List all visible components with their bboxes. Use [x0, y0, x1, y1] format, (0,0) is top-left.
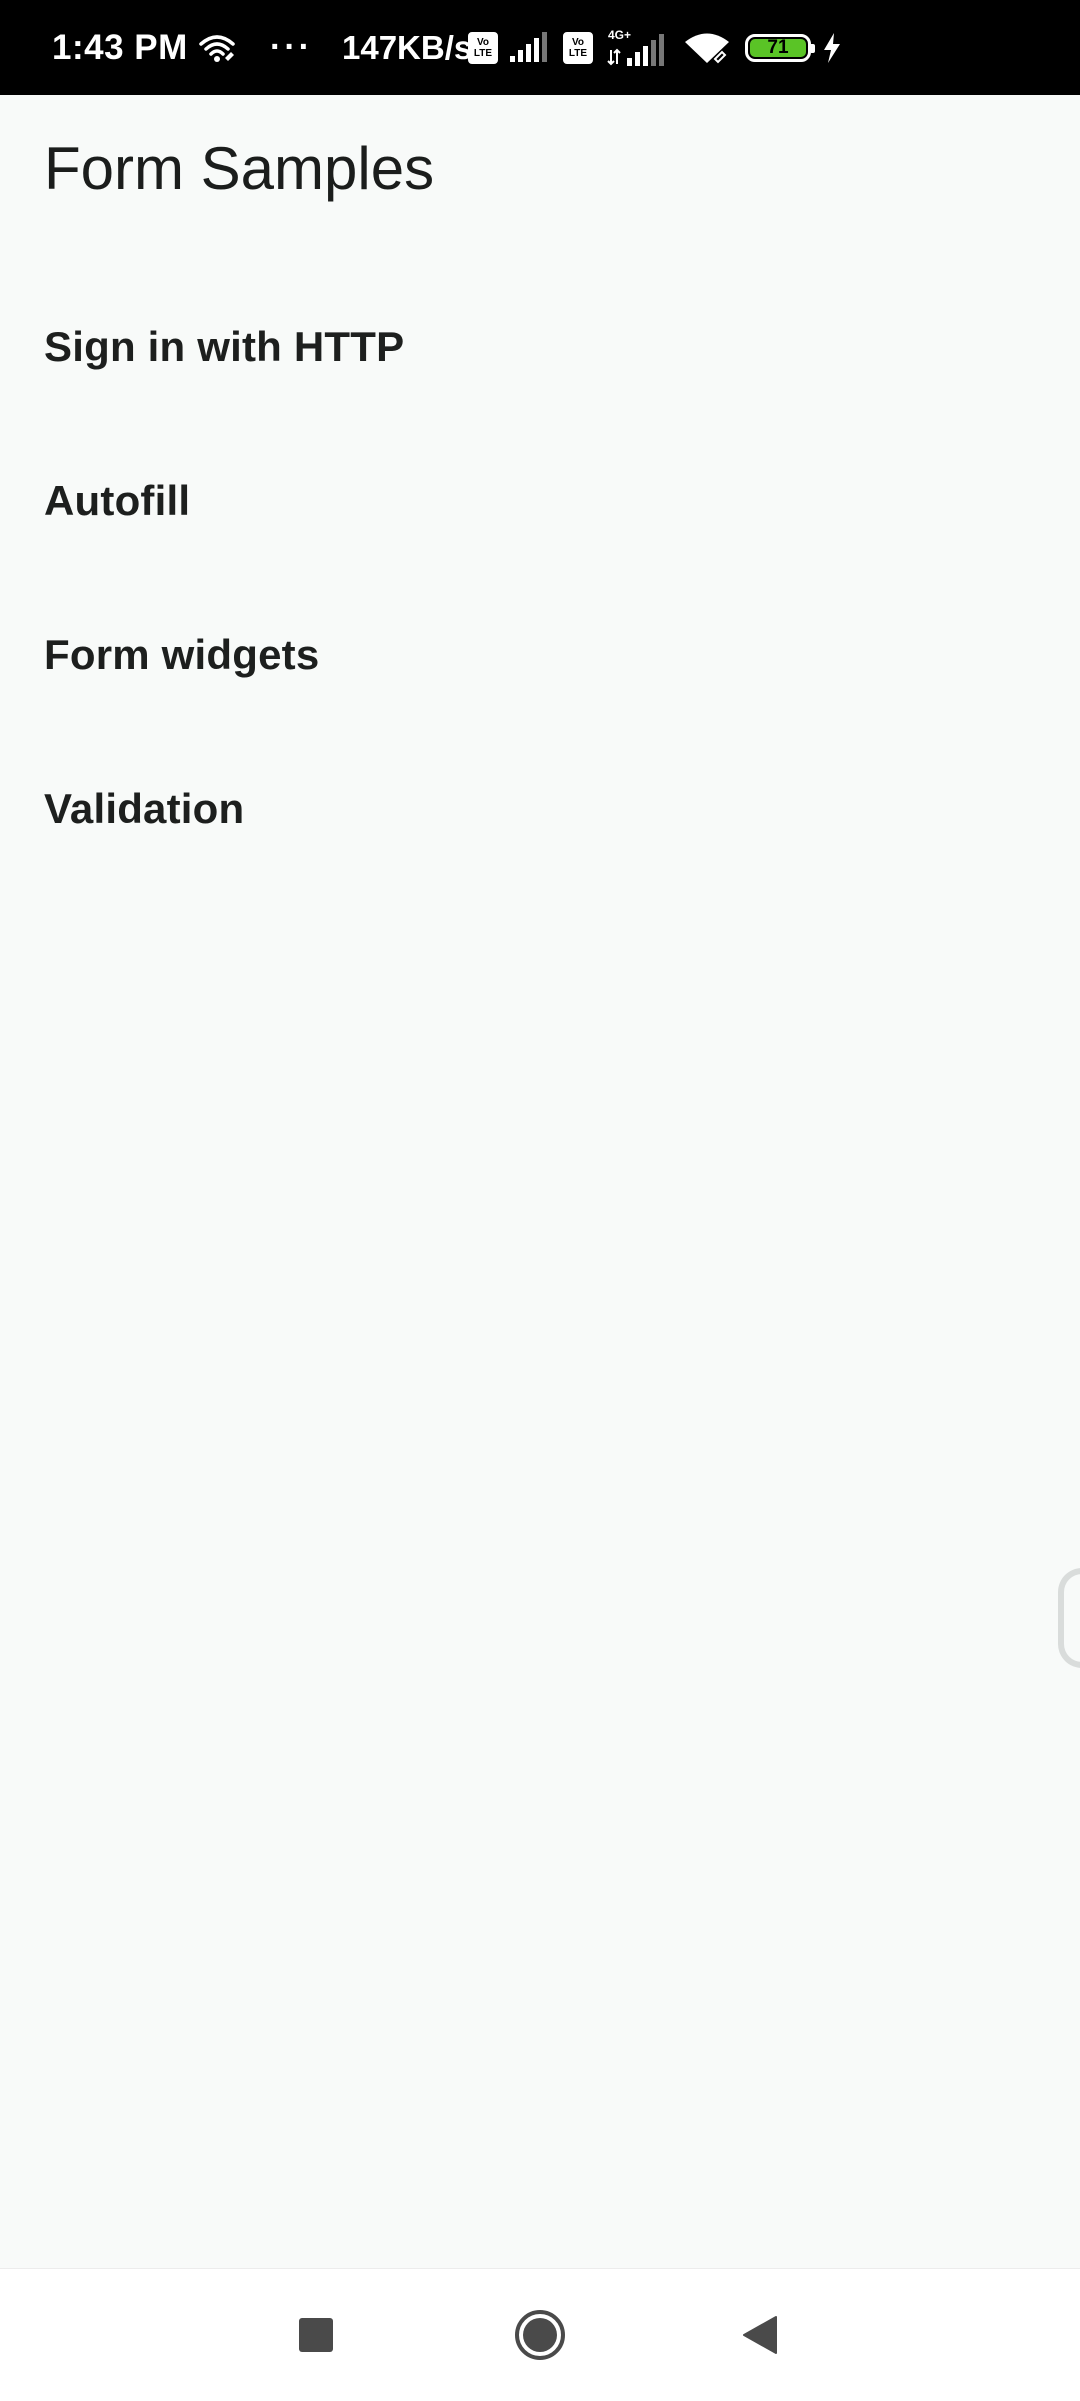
status-bar: 1:43 PM ··· 147KB/s Vo LTE Vo LTE 4G+ 71 [0, 0, 1080, 95]
samples-list: Sign in with HTTP Autofill Form widgets … [0, 270, 1080, 886]
edge-gesture-handle[interactable] [1058, 1568, 1080, 1668]
list-item-validation[interactable]: Validation [0, 732, 1080, 886]
battery-icon: 71 [745, 0, 815, 95]
status-time: 1:43 PM [52, 27, 188, 67]
network-speed: 147KB/s [342, 28, 473, 66]
charging-bolt-icon [822, 0, 842, 95]
page-title: Form Samples [44, 135, 435, 202]
signal-icon [508, 0, 550, 95]
volte-icon: Vo LTE [468, 0, 498, 95]
back-triangle-icon [743, 2316, 777, 2354]
signal-4g-icon: 4G+ [607, 0, 669, 95]
volte-icon: Vo LTE [563, 0, 593, 95]
navigation-bar [0, 2268, 1080, 2401]
list-item-sign-in-with-http[interactable]: Sign in with HTTP [0, 270, 1080, 424]
battery-level: 71 [750, 37, 806, 58]
recents-square-icon [299, 2318, 333, 2352]
list-item-autofill[interactable]: Autofill [0, 424, 1080, 578]
svg-text:4G+: 4G+ [608, 28, 631, 42]
home-circle-icon [515, 2310, 565, 2360]
recents-button[interactable] [256, 2269, 376, 2401]
wifi-icon [682, 0, 732, 95]
home-button[interactable] [480, 2269, 600, 2401]
wifi-hotspot-icon [198, 0, 236, 95]
more-notifications-icon: ··· [270, 28, 313, 66]
back-button[interactable] [700, 2269, 820, 2401]
list-item-form-widgets[interactable]: Form widgets [0, 578, 1080, 732]
